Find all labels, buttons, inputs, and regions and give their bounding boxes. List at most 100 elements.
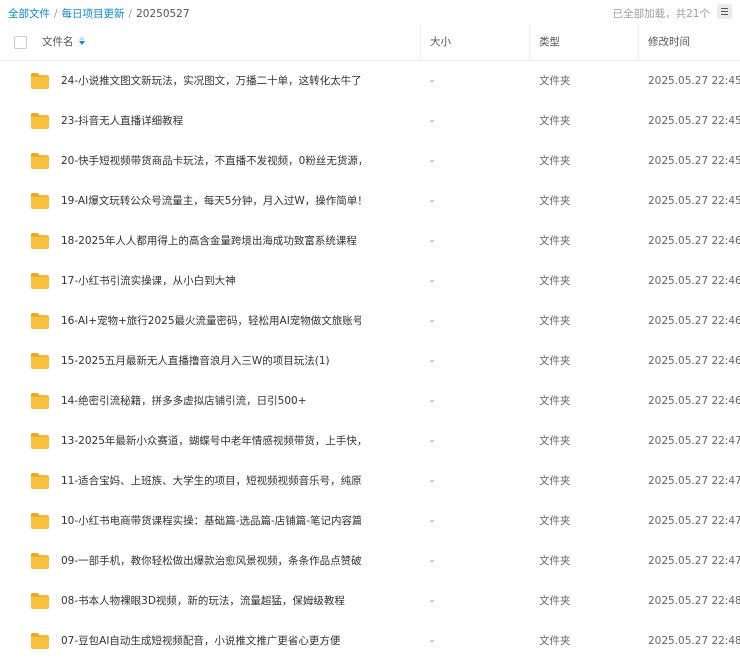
breadcrumb-daily-updates[interactable]: 每日项目更新 [62,8,125,20]
file-modified-time: 2025.05.27 22:46 [648,315,740,327]
file-modified-time: 2025.05.27 22:48 [648,635,740,647]
file-type: 文件夹 [539,475,571,487]
table-row[interactable]: 08-书本人物裸眼3D视频，新的玩法，流量超猛，保姆级教程 - 文件夹 2025… [0,581,740,621]
file-size: - [430,355,434,367]
file-size: - [430,195,434,207]
folder-icon [31,233,49,249]
file-type: 文件夹 [539,75,571,87]
file-modified-time: 2025.05.27 22:47 [648,475,740,487]
table-row[interactable]: 18-2025年人人都用得上的高含金量跨境出海成功致富系统课程 - 文件夹 20… [0,221,740,261]
file-name[interactable]: 15-2025五月最新无人直播撸音浪月入三W的项目玩法(1) [61,341,330,381]
file-type: 文件夹 [539,195,571,207]
file-name[interactable]: 10-小红书电商带货课程实操：基础篇-选品篇-店铺篇-笔记内容篇-... [61,501,361,541]
file-size: - [430,395,434,407]
column-header-size[interactable]: 大小 [430,24,451,60]
table-row[interactable]: 17-小红书引流实操课，从小白到大神 - 文件夹 2025.05.27 22:4… [0,261,740,301]
file-name[interactable]: 16-AI+宠物+旅行2025最火流量密码，轻松用AI宠物做文旅账号，小... [61,301,361,341]
file-size: - [430,155,434,167]
folder-icon [31,273,49,289]
folder-icon [31,633,49,649]
folder-icon [31,113,49,129]
select-all-checkbox[interactable] [14,36,27,49]
file-type: 文件夹 [539,275,571,287]
breadcrumb-current: 20250527 [136,8,190,20]
file-type: 文件夹 [539,235,571,247]
file-type: 文件夹 [539,315,571,327]
folder-icon [31,393,49,409]
list-menu-icon[interactable] [717,4,732,19]
file-size: - [430,555,434,567]
file-name[interactable]: 11-适合宝妈、上班族、大学生的项目，短视频视频音乐号，纯原创... [61,461,361,501]
file-name[interactable]: 18-2025年人人都用得上的高含金量跨境出海成功致富系统课程 [61,221,357,261]
breadcrumb: 全部文件 / 每日项目更新/20250527 [8,6,190,21]
file-type: 文件夹 [539,355,571,367]
folder-icon [31,153,49,169]
file-type: 文件夹 [539,395,571,407]
file-modified-time: 2025.05.27 22:46 [648,275,740,287]
table-row[interactable]: 10-小红书电商带货课程实操：基础篇-选品篇-店铺篇-笔记内容篇-... - 文… [0,501,740,541]
file-modified-time: 2025.05.27 22:46 [648,395,740,407]
file-name[interactable]: 07-豆包AI自动生成短视频配音，小说推文推广更省心更方便 [61,621,340,661]
column-header-type[interactable]: 类型 [539,24,560,60]
file-name[interactable]: 24-小说推文图文新玩法，实况图文，万播二十单，这转化太牛了 [61,61,361,101]
column-header-name[interactable]: 文件名 [42,24,86,60]
table-row[interactable]: 07-豆包AI自动生成短视频配音，小说推文推广更省心更方便 - 文件夹 2025… [0,621,740,661]
file-type: 文件夹 [539,595,571,607]
file-size: - [430,435,434,447]
table-row[interactable]: 24-小说推文图文新玩法，实况图文，万播二十单，这转化太牛了 - 文件夹 202… [0,61,740,101]
file-modified-time: 2025.05.27 22:47 [648,515,740,527]
file-type: 文件夹 [539,635,571,647]
table-row[interactable]: 15-2025五月最新无人直播撸音浪月入三W的项目玩法(1) - 文件夹 202… [0,341,740,381]
file-name[interactable]: 13-2025年最新小众赛道，蝴蝶号中老年情感视频带货，上手快，每... [61,421,361,461]
file-modified-time: 2025.05.27 22:45 [648,195,740,207]
sort-icon[interactable] [78,36,86,46]
folder-icon [31,513,49,529]
file-type: 文件夹 [539,515,571,527]
file-name[interactable]: 14-绝密引流秘籍，拼多多虚拟店铺引流，日引500+ [61,381,307,421]
table-row[interactable]: 16-AI+宠物+旅行2025最火流量密码，轻松用AI宠物做文旅账号，小... … [0,301,740,341]
table-row[interactable]: 23-抖音无人直播详细教程 - 文件夹 2025.05.27 22:45 [0,101,740,141]
table-header: 文件名 大小 类型 修改时间 [0,24,740,61]
file-name[interactable]: 09-一部手机，教你轻松做出爆款治愈风景视频，条条作品点赞破W [61,541,361,581]
file-modified-time: 2025.05.27 22:47 [648,435,740,447]
file-name[interactable]: 08-书本人物裸眼3D视频，新的玩法，流量超猛，保姆级教程 [61,581,345,621]
column-header-time[interactable]: 修改时间 [648,24,690,60]
file-size: - [430,635,434,647]
file-modified-time: 2025.05.27 22:48 [648,595,740,607]
file-name[interactable]: 23-抖音无人直播详细教程 [61,101,183,141]
column-divider [529,24,530,60]
folder-icon [31,553,49,569]
file-size: - [430,115,434,127]
table-row[interactable]: 19-AI爆文玩转公众号流量主，每天5分钟，月入过W，操作简单！【... - 文… [0,181,740,221]
file-size: - [430,315,434,327]
file-size: - [430,275,434,287]
breadcrumb-separator: / [128,8,133,20]
table-row[interactable]: 13-2025年最新小众赛道，蝴蝶号中老年情感视频带货，上手快，每... - 文… [0,421,740,461]
folder-icon [31,193,49,209]
file-size: - [430,515,434,527]
folder-icon [31,73,49,89]
file-type: 文件夹 [539,435,571,447]
loaded-status: 已全部加载，共21个 [612,8,710,20]
file-type: 文件夹 [539,555,571,567]
file-modified-time: 2025.05.27 22:45 [648,115,740,127]
file-modified-time: 2025.05.27 22:45 [648,75,740,87]
table-row[interactable]: 11-适合宝妈、上班族、大学生的项目，短视频视频音乐号，纯原创... - 文件夹… [0,461,740,501]
folder-icon [31,473,49,489]
folder-icon [31,433,49,449]
breadcrumb-separator: / [54,8,58,20]
column-header-name-label: 文件名 [42,36,74,48]
file-name[interactable]: 19-AI爆文玩转公众号流量主，每天5分钟，月入过W，操作简单！【... [61,181,361,221]
table-row[interactable]: 09-一部手机，教你轻松做出爆款治愈风景视频，条条作品点赞破W - 文件夹 20… [0,541,740,581]
file-size: - [430,475,434,487]
file-name[interactable]: 20-快手短视频带货商品卡玩法，不直播不发视频，0粉丝无货源，可... [61,141,361,181]
table-row[interactable]: 14-绝密引流秘籍，拼多多虚拟店铺引流，日引500+ - 文件夹 2025.05… [0,381,740,421]
file-list: 24-小说推文图文新玩法，实况图文，万播二十单，这转化太牛了 - 文件夹 202… [0,61,740,661]
file-size: - [430,595,434,607]
breadcrumb-all-files[interactable]: 全部文件 [8,8,50,20]
file-modified-time: 2025.05.27 22:46 [648,355,740,367]
table-row[interactable]: 20-快手短视频带货商品卡玩法，不直播不发视频，0粉丝无货源，可... - 文件… [0,141,740,181]
file-name[interactable]: 17-小红书引流实操课，从小白到大神 [61,261,236,301]
file-size: - [430,235,434,247]
file-modified-time: 2025.05.27 22:47 [648,555,740,567]
